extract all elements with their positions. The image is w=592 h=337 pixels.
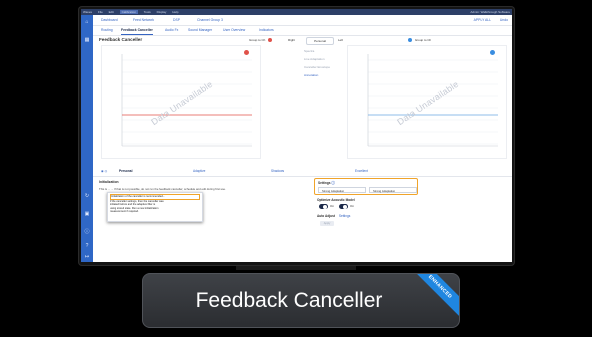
subnav-user-overview[interactable]: User Overview [223, 26, 245, 35]
initialization-text: This is ... ... If that is not possible,… [99, 187, 226, 191]
left-record-icon[interactable] [268, 38, 273, 43]
settings-title: Settings ⓘ [318, 180, 335, 185]
monitor-stand [236, 266, 356, 270]
caption-banner: Feedback Canceller ENHANCED [142, 273, 460, 328]
app-name: Waves [83, 10, 93, 14]
info-icon[interactable]: ⓘ [84, 229, 90, 235]
left-chart-header: Group to Ch [249, 38, 273, 43]
personal-pill[interactable]: Personal [306, 37, 334, 45]
right-record-icon[interactable] [408, 38, 412, 43]
top-tab-row: Dashboard Feed Network DSP Channel Group… [93, 15, 512, 26]
monitor-frame: Waves File Edit Calibration Tools Displa… [78, 6, 515, 266]
acoustic-toggle-right-label: On [350, 204, 355, 208]
settings-select-right[interactable]: Strong Adaptation [369, 187, 417, 193]
view-spectra[interactable]: Spectra [304, 49, 314, 53]
tab-adaptive[interactable]: Adaptive [193, 167, 205, 176]
acoustic-toggle-right[interactable] [339, 204, 348, 209]
page-title: Feedback Canceller [99, 37, 143, 42]
subnav-sound-manager[interactable]: Sound Manager [188, 26, 212, 35]
save-icon[interactable]: ▣ [84, 211, 90, 217]
initialization-title: Initialization [99, 180, 119, 184]
subnav-routing[interactable]: Routing [101, 26, 113, 35]
top-tab-right: APPLY ALL Undo [474, 15, 508, 25]
subnav-indicators[interactable]: Indicators [259, 26, 274, 35]
right-chart-header: Group to Ch [408, 38, 432, 43]
bottom-tab-row: ◉ ◎ Personal Adaptive Shadows Excellent [93, 167, 512, 177]
exit-icon[interactable]: ↦ [84, 254, 90, 260]
auto-adjust-label: Auto Adjust [317, 214, 335, 218]
menu-help[interactable]: Help [172, 10, 178, 14]
tab-channel-group[interactable]: Channel Group 3 [197, 15, 223, 25]
bottom-tab-icons: ◉ ◎ [101, 169, 108, 173]
settings-select-left[interactable]: Strong Adaptation [318, 187, 366, 193]
right-chart: Data Unavailable [347, 45, 507, 159]
view-canceller-envelope[interactable]: Canceller Envelope [304, 65, 330, 69]
grid-icon[interactable]: ▦ [84, 37, 90, 43]
right-chart-close-icon[interactable] [490, 50, 495, 55]
tab-dashboard[interactable]: Dashboard [101, 15, 118, 25]
caption-title: Feedback Canceller [195, 289, 383, 312]
tab-dsp[interactable]: DSP [173, 15, 180, 25]
auto-adjust-settings-link[interactable]: Settings [339, 214, 351, 218]
help-icon[interactable]: ? [84, 243, 90, 249]
acoustic-model-title: Optimize Acoustic Model [317, 198, 355, 202]
home-icon[interactable]: ⌂ [84, 19, 90, 25]
menu-display[interactable]: Display [157, 10, 167, 14]
tab-excellent[interactable]: Excellent [355, 167, 368, 176]
channel-selector: Right Personal Left [284, 37, 371, 45]
apply-button[interactable]: Apply [320, 221, 334, 226]
right-chart-label: Group to Ch [414, 38, 432, 42]
settings-panel: Settings ⓘ Strong Adaptation Strong Adap… [314, 178, 418, 195]
left-chart-label: Group to Ch [249, 38, 266, 42]
acoustic-toggle-left[interactable] [319, 204, 328, 209]
tab-personal[interactable]: Personal [119, 167, 132, 176]
left-chart: Data Unavailable [101, 45, 261, 159]
left-rail: ⌂ ▦ ↻ ▣ ⓘ ? ↦ [81, 15, 93, 262]
apply-all-link[interactable]: APPLY ALL [474, 18, 491, 22]
menu-tools[interactable]: Tools [144, 10, 151, 14]
subnav-feedback-canceller[interactable]: Feedback Canceller [121, 26, 153, 35]
right-channel-label[interactable]: Right [288, 37, 295, 44]
tab-feed-network[interactable]: Feed Network [133, 15, 154, 25]
undo-link[interactable]: Undo [500, 18, 508, 22]
sub-nav: Routing Feedback Canceller Audio Fx Soun… [93, 26, 512, 36]
menu-file[interactable]: File [98, 10, 103, 14]
menu-edit[interactable]: Edit [109, 10, 114, 14]
tab-shadows[interactable]: Shadows [271, 167, 284, 176]
subnav-audio-fx[interactable]: Audio Fx [165, 26, 178, 35]
acoustic-toggle-left-label: On [330, 204, 335, 208]
view-annotation[interactable]: Annotation [304, 73, 318, 77]
left-chart-close-icon[interactable] [244, 50, 249, 55]
popup-line: measurement if required. [110, 210, 139, 214]
auto-adjust: Auto Adjust Settings [317, 214, 350, 218]
menu-calibration[interactable]: Calibration [119, 10, 138, 14]
settings-info-icon[interactable]: ⓘ [331, 181, 334, 185]
refresh-icon[interactable]: ↻ [84, 193, 90, 199]
initialization-popup: Initialization of the canceller is recom… [107, 192, 203, 222]
left-channel-label[interactable]: Left [338, 37, 343, 44]
settings-title-text: Settings [318, 181, 331, 185]
view-live-adaptation[interactable]: Live Adaptation [304, 57, 325, 61]
app-screen: Waves File Edit Calibration Tools Displa… [81, 9, 512, 262]
